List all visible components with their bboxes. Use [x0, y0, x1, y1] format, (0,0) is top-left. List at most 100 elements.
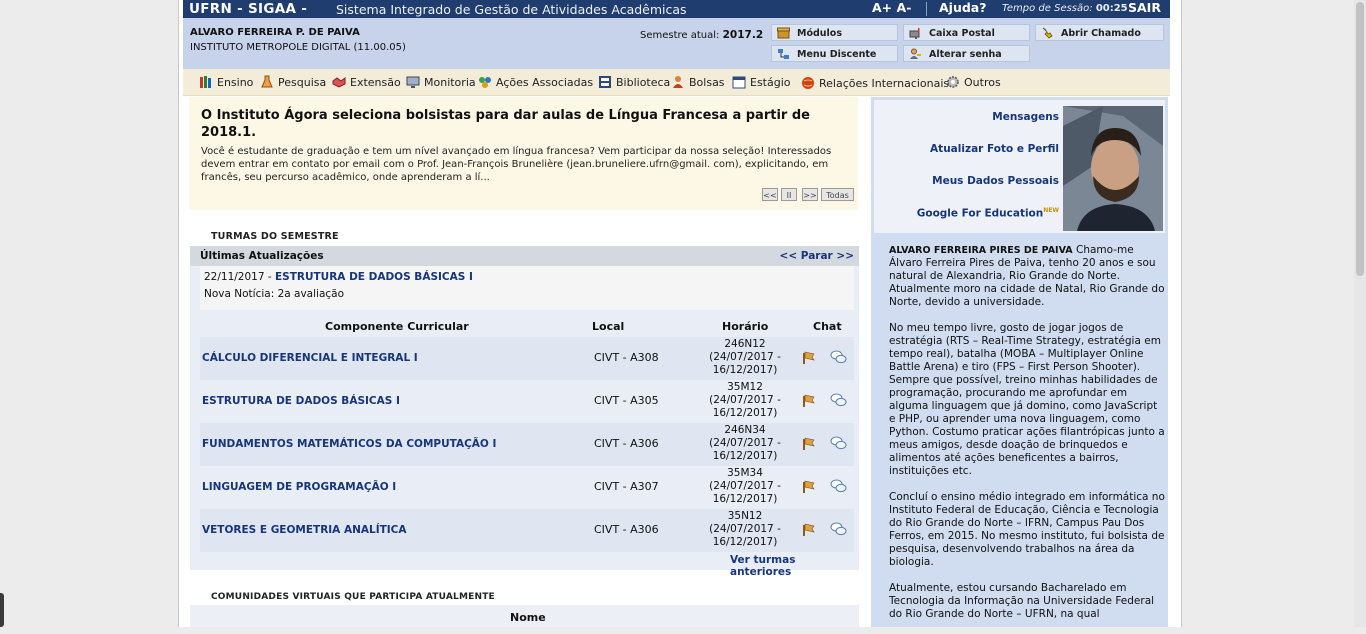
scrollbar-thumb[interactable] [1356, 2, 1364, 276]
menu-pesquisa[interactable]: Pesquisa [261, 75, 327, 89]
calendar-icon [732, 76, 746, 89]
side-tab[interactable] [0, 593, 4, 627]
col-chat: Chat [813, 320, 842, 333]
library-icon [599, 76, 611, 88]
comunidades-table-header: Nome [190, 605, 859, 627]
menu-biblioteca[interactable]: Biblioteca [599, 76, 671, 89]
bio-paragraph: Atualmente, estou cursando Bacharelado e… [889, 582, 1155, 620]
font-decrease-button[interactable]: A- [897, 0, 912, 15]
bio-paragraph: ALVARO FERREIRA PIRES DE PAIVA Chamo-me … [889, 244, 1165, 309]
font-increase-button[interactable]: A+ [872, 0, 892, 15]
profile-photo[interactable] [1063, 106, 1163, 231]
header-divider [926, 2, 927, 16]
chat-bubble-icon[interactable] [830, 479, 847, 494]
personal-data-link[interactable]: Meus Dados Pessoais [932, 175, 1059, 187]
caixa-postal-button[interactable]: Caixa Postal [903, 24, 1030, 41]
updates-pause-link[interactable]: << Parar >> [780, 250, 854, 262]
menu-estagio[interactable]: Estágio [732, 76, 791, 89]
font-size-controls: A+ A- [872, 0, 911, 15]
table-row: ESTRUTURA DE DADOS BÁSICAS I CIVT - A305… [200, 380, 854, 423]
menu-extensao[interactable]: Extensão [332, 76, 401, 89]
phone-icon [1042, 27, 1053, 39]
course-local: CIVT - A306 [594, 437, 659, 450]
menu-acoes-associadas[interactable]: Ações Associadas [479, 76, 594, 89]
course-link[interactable]: LINGUAGEM DE PROGRAMAÇÃO I [202, 481, 396, 493]
menu-discente-label: Menu Discente [797, 49, 877, 60]
google-education-link[interactable]: Google For EducationNEW [917, 207, 1059, 220]
news-pause-button[interactable]: II [781, 188, 797, 201]
system-name: Sistema Integrado de Gestão de Atividade… [336, 2, 687, 17]
books-icon [200, 76, 211, 88]
news-prev-button[interactable]: << [762, 188, 778, 201]
menu-biblioteca-label: Biblioteca [616, 76, 671, 89]
update-line: 22/11/2017 - ESTRUTURA DE DADOS BÁSICAS … [204, 271, 473, 283]
chat-bubble-icon[interactable] [830, 522, 847, 537]
avatar [1063, 106, 1163, 231]
forum-icon[interactable] [801, 522, 816, 537]
updates-header: Últimas Atualizações << Parar >> [190, 246, 859, 266]
forum-icon[interactable] [801, 436, 816, 451]
col-local: Local [592, 320, 625, 333]
forum-icon[interactable] [801, 350, 816, 365]
menu-bolsas[interactable]: Bolsas [673, 76, 725, 89]
menu-outros-label: Outros [964, 76, 1001, 89]
chat-bubble-icon[interactable] [830, 393, 847, 408]
table-row: LINGUAGEM DE PROGRAMAÇÃO I CIVT - A307 3… [200, 466, 854, 509]
user-name: ALVARO FERREIRA P. DE PAIVA [190, 27, 360, 38]
menu-pesquisa-label: Pesquisa [278, 76, 327, 89]
course-link[interactable]: ESTRUTURA DE DADOS BÁSICAS I [202, 395, 400, 407]
semester-value: 2017.2 [722, 29, 764, 41]
forum-icon[interactable] [801, 479, 816, 494]
menu-discente-button[interactable]: Menu Discente [771, 45, 898, 62]
news-next-button[interactable]: >> [802, 188, 818, 201]
news-all-button[interactable]: Todas [821, 188, 854, 201]
alterar-senha-button[interactable]: Alterar senha [903, 45, 1030, 62]
profile-sidebar: Mensagens Atualizar Foto e Perfil Meus D… [871, 97, 1168, 627]
help-link[interactable]: Ajuda? [939, 0, 987, 15]
menu-relacoes-internacionais-label: Relações Internacionais [819, 77, 950, 90]
schedule-start: (24/07/2017 - [709, 523, 781, 535]
menu-outros[interactable]: Outros [947, 76, 1001, 89]
user-institute: INSTITUTO METROPOLE DIGITAL (11.00.05) [190, 42, 406, 53]
news-banner: O Instituto Ágora seleciona bolsistas pa… [189, 97, 858, 210]
bio-name: ALVARO FERREIRA PIRES DE PAIVA [889, 245, 1073, 256]
mensagens-link[interactable]: Mensagens [992, 111, 1059, 123]
turmas-panel: Últimas Atualizações << Parar >> 22/11/2… [190, 246, 859, 578]
bio-paragraph: Concluí o ensino médio integrado em info… [889, 491, 1165, 568]
news-title[interactable]: O Instituto Ágora seleciona bolsistas pa… [201, 107, 841, 141]
user-key-icon [910, 48, 921, 59]
session-label: Tempo de Sessão: [1002, 3, 1093, 14]
profile-links-box: Mensagens Atualizar Foto e Perfil Meus D… [874, 100, 1165, 233]
course-link[interactable]: CÁLCULO DIFERENCIAL E INTEGRAL I [202, 352, 418, 364]
course-link[interactable]: VETORES E GEOMETRIA ANALÍTICA [202, 524, 407, 536]
update-photo-link[interactable]: Atualizar Foto e Perfil [930, 143, 1059, 155]
menu-ensino[interactable]: Ensino [200, 76, 253, 89]
comunidades-section-title: Comunidades Virtuais que participa atual… [211, 592, 495, 602]
forum-icon[interactable] [801, 393, 816, 408]
menu-monitoria[interactable]: Monitoria [406, 76, 476, 89]
update-course-link[interactable]: ESTRUTURA DE DADOS BÁSICAS I [275, 271, 473, 283]
modulos-button[interactable]: Módulos [771, 24, 898, 41]
vertical-scrollbar[interactable] [1354, 0, 1366, 627]
logout-button[interactable]: SAIR [1128, 0, 1161, 15]
previous-classes-link[interactable]: Ver turmas anteriores [730, 554, 859, 578]
chat-bubble-icon[interactable] [830, 350, 847, 365]
schedule-code: 246N34 [724, 424, 766, 436]
package-icon [777, 27, 790, 39]
schedule-start: (24/07/2017 - [709, 351, 781, 363]
menu-relacoes-internacionais[interactable]: Relações Internacionais [802, 77, 950, 90]
bio-paragraph: No meu tempo livre, gosto de jogar jogos… [889, 322, 1165, 477]
new-badge: NEW [1043, 207, 1059, 214]
sigaa-brand[interactable]: UFRN - SIGAA - [189, 1, 307, 17]
course-schedule: 35M12 (24/07/2017 -16/12/2017) [690, 381, 800, 420]
semester-label: Semestre atual: [640, 30, 720, 41]
schedule-end: 16/12/2017) [712, 364, 778, 376]
menu-estagio-label: Estágio [750, 76, 791, 89]
course-schedule: 35M34 (24/07/2017 -16/12/2017) [690, 467, 800, 506]
menu-acoes-associadas-label: Ações Associadas [496, 76, 594, 89]
schedule-end: 16/12/2017) [712, 493, 778, 505]
abrir-chamado-button[interactable]: Abrir Chamado [1035, 24, 1164, 41]
course-local: CIVT - A306 [594, 523, 659, 536]
chat-bubble-icon[interactable] [830, 436, 847, 451]
course-link[interactable]: FUNDAMENTOS MATEMÁTICOS DA COMPUTAÇÃO I [202, 438, 496, 450]
